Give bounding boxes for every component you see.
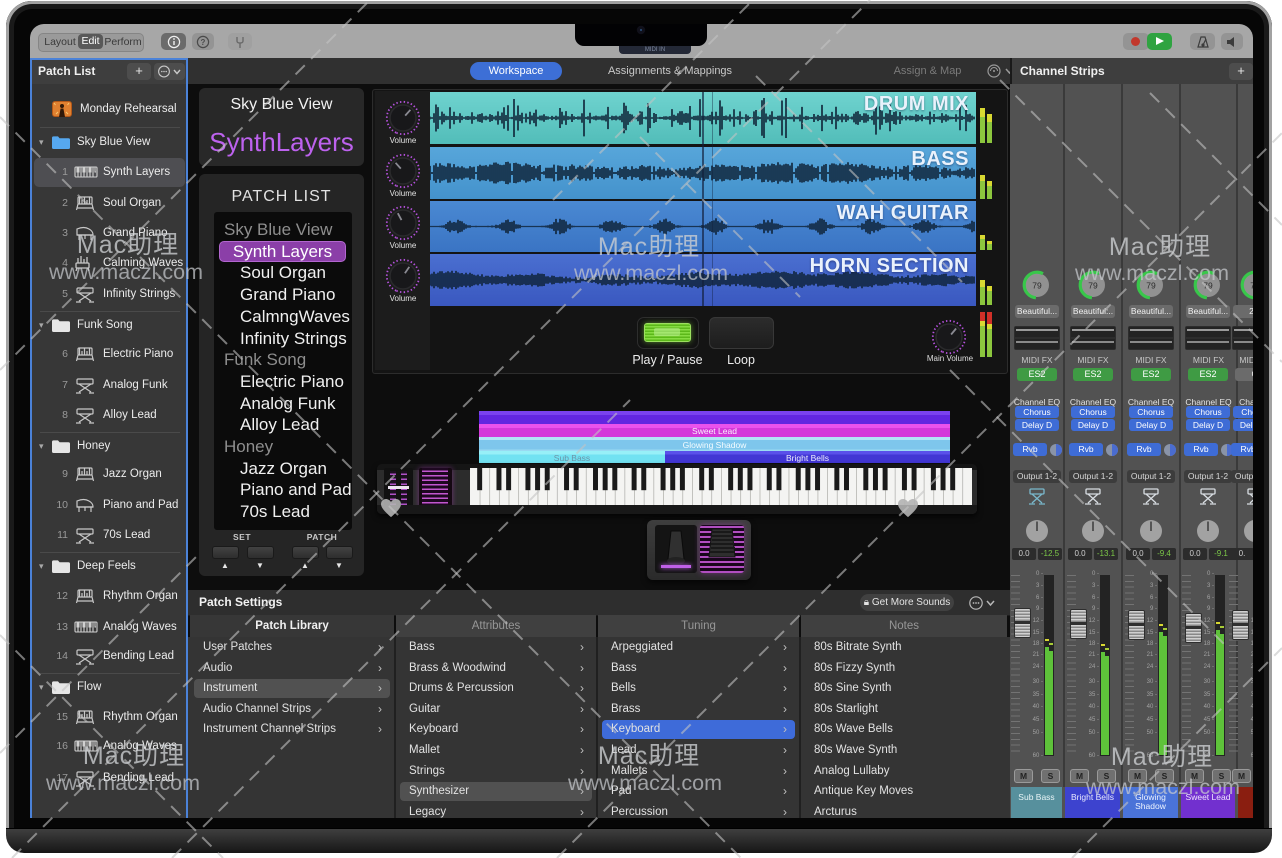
svg-text:79: 79 xyxy=(1203,281,1213,291)
svg-text:79: 79 xyxy=(1146,281,1156,291)
svg-text:79: 79 xyxy=(1250,281,1253,291)
svg-text:79: 79 xyxy=(1032,281,1042,291)
svg-text:79: 79 xyxy=(1088,281,1098,291)
svg-text:?: ? xyxy=(201,38,206,47)
